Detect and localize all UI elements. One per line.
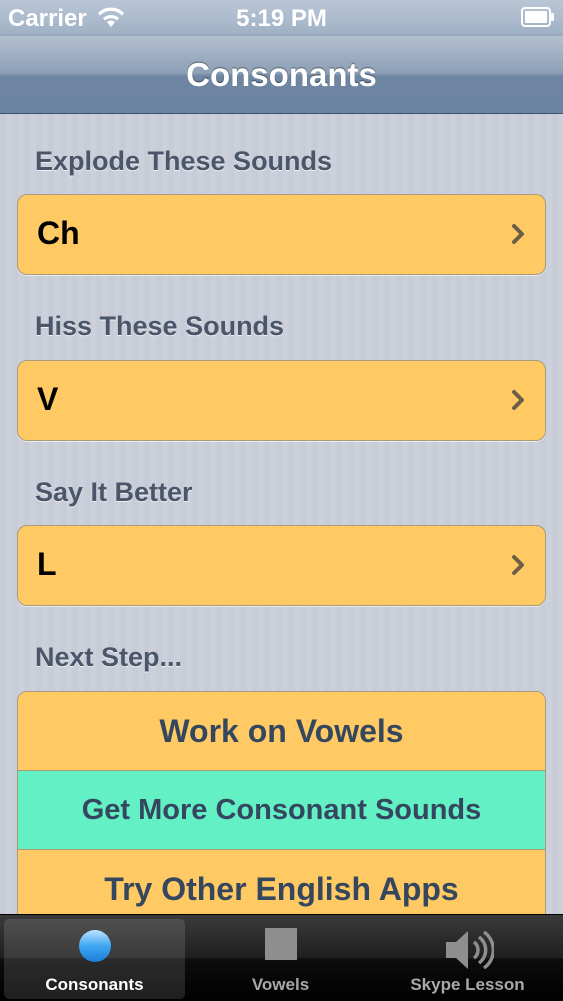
page-title: Consonants (186, 56, 377, 93)
cell-label: L (37, 546, 57, 582)
tab-vowels[interactable]: Vowels (190, 919, 371, 999)
cell-explode-sound[interactable]: Ch (17, 194, 546, 275)
section-header-explode: Explode These Sounds (35, 146, 333, 176)
tab-label: Vowels (251, 975, 310, 994)
cell-hiss-sound[interactable]: V (17, 360, 546, 441)
tab-skype-lesson[interactable]: Skype Lesson (377, 919, 558, 999)
chevron-right-icon (512, 390, 524, 410)
battery-icon (521, 7, 554, 27)
section-header-next-step: Next Step... (35, 642, 183, 672)
navigation-bar: Consonants (0, 36, 563, 114)
next-step-group: Work on Vowels Get More Consonant Sounds… (17, 691, 546, 933)
section-header-hiss: Hiss These Sounds (35, 311, 285, 341)
circle-icon (78, 930, 111, 962)
work-on-vowels-button[interactable]: Work on Vowels (18, 692, 545, 771)
status-bar: Carrier 5:19 PM (0, 0, 563, 36)
section-header-say-better: Say It Better (35, 477, 193, 507)
content-area: Explode These Sounds Ch Hiss These Sound… (0, 114, 563, 933)
cell-label: V (37, 381, 59, 417)
tab-label: Consonants (45, 975, 144, 994)
clock: 5:19 PM (236, 5, 327, 32)
cell-label: Ch (37, 215, 80, 251)
get-more-consonants-button[interactable]: Get More Consonant Sounds (18, 771, 545, 850)
chevron-right-icon (512, 224, 524, 244)
tab-label: Skype Lesson (410, 975, 525, 994)
chevron-right-icon (512, 555, 524, 575)
speaker-icon (445, 930, 494, 970)
square-icon (264, 928, 297, 960)
tab-consonants[interactable]: Consonants (4, 919, 185, 999)
tab-bar: Consonants Vowels Skype Lesson (0, 914, 563, 1001)
cell-say-better-sound[interactable]: L (17, 525, 546, 606)
